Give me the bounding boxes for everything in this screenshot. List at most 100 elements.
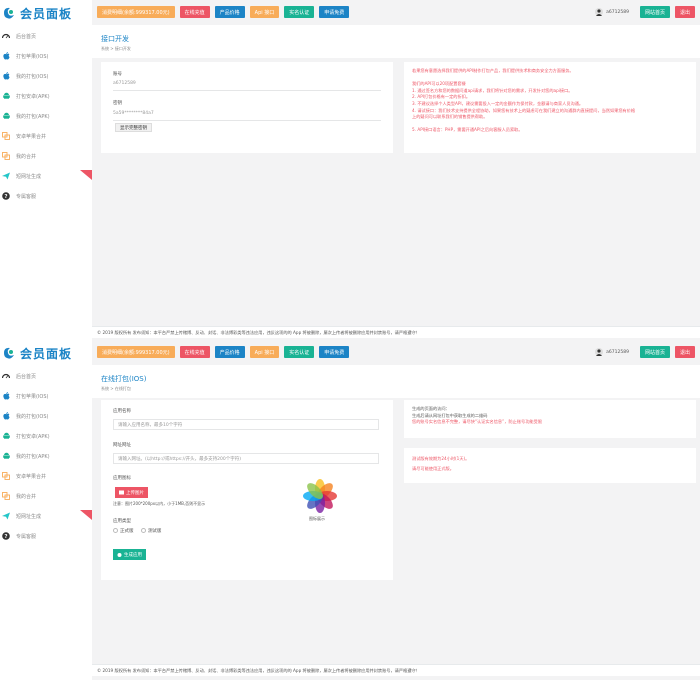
photos-icon <box>303 479 337 513</box>
sidebar-item-my-ios[interactable]: 我的打包(IOS) <box>0 406 92 426</box>
sidebar-item-shorturl[interactable]: 短网址生成 <box>0 506 92 526</box>
url-input[interactable]: 请输入网址。(以http://或https://开头，最多支持200个字符) <box>113 453 379 464</box>
brand-title: 会员面板 <box>20 6 73 21</box>
billing-button[interactable]: 消费明细(余额:999317.00元) <box>97 6 175 18</box>
pack-form-card: 应用名称 请输入应用名称，最多10个字符 网址网址 请输入网址。(以http:/… <box>101 400 393 580</box>
secret-label: 密钥 <box>113 101 122 106</box>
sidebar-item-label: 打包苹果(IOS) <box>16 393 49 400</box>
sidebar: 会员面板 后台首页 打包苹果(IOS) 我的打包(IOS) 打包安卓(APK) … <box>0 340 92 680</box>
radio-test[interactable]: 测试版 <box>140 528 161 534</box>
note-line: 我们的API可以20项配置套餐 <box>412 81 466 87</box>
pricing-button[interactable]: 产品价格 <box>214 346 245 358</box>
brand[interactable]: 会员面板 <box>0 0 92 26</box>
send-icon <box>2 172 10 180</box>
page-header: 接口开发 系统 > 接口开发 <box>92 25 700 58</box>
avatar[interactable] <box>595 348 604 356</box>
top-toolbar: 消费明细(余额:999317.00元) 在线充值 产品价格 Api 接口 实名认… <box>92 0 700 24</box>
footer: © 2019 版权所有 发布须知：本平台严禁上传赌博、反动、封话、非法博彩类等违… <box>92 664 700 676</box>
notice-line: 您的账号实名信息不完整，请尽快“认证实名信息”，防止账号功能受限 <box>412 419 542 425</box>
logout-button[interactable]: 退出 <box>674 346 695 358</box>
apple-icon <box>117 553 122 557</box>
notice-line: 生成的页面的访问： <box>412 406 450 411</box>
sidebar-item-label: 我的打包(APK) <box>16 453 50 460</box>
radio-label: 正式版 <box>120 529 134 534</box>
brand[interactable]: 会员面板 <box>0 340 92 366</box>
merge-icon <box>2 132 10 140</box>
user-area: a6712589 网站首页 退出 <box>595 0 700 24</box>
app-name-label: 应用名称 <box>113 409 131 414</box>
sidebar-item-my-ios[interactable]: 我的打包(IOS) <box>0 66 92 86</box>
sidebar-item-label: 安卓苹果合并 <box>16 473 47 480</box>
sidebar-item-pack-ios[interactable]: 打包苹果(IOS) <box>0 46 92 66</box>
sidebar-item-dashboard[interactable]: 后台首页 <box>0 366 92 386</box>
recharge-button[interactable]: 在线充值 <box>179 6 210 18</box>
upload-button[interactable]: 上传图片 <box>115 487 148 498</box>
username: a6712589 <box>606 349 629 355</box>
recharge-button[interactable]: 在线充值 <box>179 346 210 358</box>
svg-text:?: ? <box>4 534 7 540</box>
home-button[interactable]: 网站首页 <box>639 346 670 358</box>
home-button[interactable]: 网站首页 <box>639 6 670 18</box>
page-title: 在线打包(IOS) <box>101 375 147 383</box>
sidebar-item-label: 打包安卓(APK) <box>16 433 50 440</box>
divider <box>113 120 381 121</box>
radio-circle <box>140 528 146 533</box>
sidebar-item-label: 专属客服 <box>16 533 37 540</box>
generate-label: 生成应用 <box>124 552 142 558</box>
sidebar: 会员面板 后台首页 打包苹果(IOS) 我的打包(IOS) 打包安卓(APK) … <box>0 0 92 340</box>
sidebar-item-merge[interactable]: 安卓苹果合并 <box>0 466 92 486</box>
note-line: 3. 不建议选择个人类型API，建议需要投入一定的金额作为保付款，金额请与商家人… <box>412 100 584 106</box>
avatar[interactable] <box>595 8 604 16</box>
free-apply-button[interactable]: 申请免费 <box>319 346 350 358</box>
sidebar-item-my-merge[interactable]: 我的合并 <box>0 146 92 166</box>
apple-icon <box>2 392 10 400</box>
free-apply-button[interactable]: 申请免费 <box>319 6 350 18</box>
sidebar-item-my-apk[interactable]: 我的打包(APK) <box>0 446 92 466</box>
image-icon <box>119 490 124 495</box>
note-line: 上的疑问可以联系我们的销售提供帮助。 <box>412 114 488 120</box>
verify-button[interactable]: 实名认证 <box>284 346 315 358</box>
breadcrumb[interactable]: 系统 > 在线打包 <box>101 386 131 392</box>
apple-icon <box>2 412 10 420</box>
sidebar-item-label: 打包安卓(APK) <box>16 93 50 100</box>
sidebar-item-support[interactable]: ? 专属客服 <box>0 186 92 206</box>
sidebar-item-label: 安卓苹果合并 <box>16 133 47 140</box>
sidebar-item-pack-apk[interactable]: 打包安卓(APK) <box>0 86 92 106</box>
page-header: 在线打包(IOS) 系统 > 在线打包 <box>92 365 700 398</box>
android-icon <box>2 432 10 440</box>
page-title: 接口开发 <box>101 35 129 43</box>
android-icon <box>2 92 10 100</box>
sidebar-item-label: 我的打包(APK) <box>16 113 50 120</box>
sidebar-item-dashboard[interactable]: 后台首页 <box>0 26 92 46</box>
radio-circle <box>113 528 118 533</box>
app-name-input[interactable]: 请输入应用名称，最多10个字符 <box>113 419 379 430</box>
sidebar-item-shorturl[interactable]: 短网址生成 <box>0 166 92 186</box>
android-icon <box>2 112 10 120</box>
logout-button[interactable]: 退出 <box>674 6 695 18</box>
sidebar-item-label: 我的打包(IOS) <box>16 413 49 420</box>
radio-release[interactable]: 正式版 <box>113 528 134 534</box>
billing-button[interactable]: 消费明细(余额:999317.00元) <box>97 346 175 358</box>
type-label: 应用类型 <box>113 519 131 524</box>
sidebar-item-my-merge[interactable]: 我的合并 <box>0 486 92 506</box>
api-button[interactable]: Api 接口 <box>249 346 280 358</box>
api-button[interactable]: Api 接口 <box>249 6 280 18</box>
sidebar-item-label: 后台首页 <box>16 373 37 380</box>
breadcrumb[interactable]: 系统 > 接口开发 <box>101 46 131 52</box>
pricing-button[interactable]: 产品价格 <box>214 6 245 18</box>
sidebar-item-label: 短网址生成 <box>16 513 42 520</box>
sidebar-item-my-apk[interactable]: 我的打包(APK) <box>0 106 92 126</box>
notice-text: 生成的页面的访问： 生成后请从网址打包中获取生成的二维码 您的账号实名信息不完整… <box>412 406 692 426</box>
secret-value: 5a59********84a7 <box>113 111 154 116</box>
sidebar-item-support[interactable]: ? 专属客服 <box>0 526 92 546</box>
sidebar-item-label: 我的打包(IOS) <box>16 73 49 80</box>
sidebar-item-label: 短网址生成 <box>16 173 42 180</box>
sidebar-item-pack-apk[interactable]: 打包安卓(APK) <box>0 426 92 446</box>
sidebar-item-merge[interactable]: 安卓苹果合并 <box>0 126 92 146</box>
show-secret-button[interactable]: 显示完整密钥 <box>115 123 152 132</box>
sidebar-item-pack-ios[interactable]: 打包苹果(IOS) <box>0 386 92 406</box>
logo-icon <box>4 7 14 19</box>
merge-icon <box>2 152 10 160</box>
verify-button[interactable]: 实名认证 <box>284 6 315 18</box>
generate-app-button[interactable]: 生成应用 <box>113 549 146 560</box>
